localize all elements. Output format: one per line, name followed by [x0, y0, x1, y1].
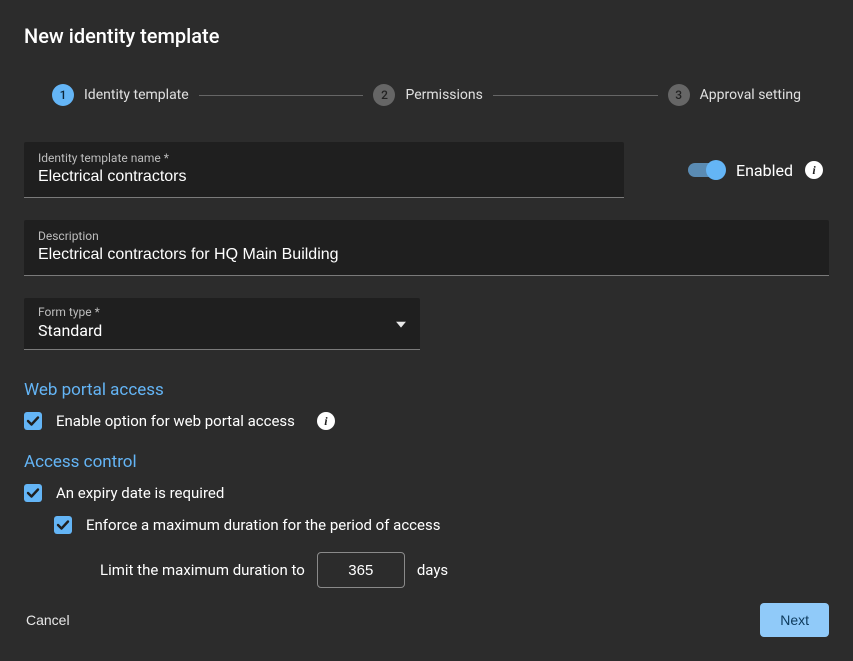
- check-icon: [26, 486, 40, 500]
- row-name: Identity template name * Enabled i: [24, 142, 829, 198]
- stepper: 1 Identity template 2 Permissions 3 Appr…: [24, 84, 829, 106]
- max-duration-row: Limit the maximum duration to days: [100, 552, 829, 588]
- enforce-duration-row: Enforce a maximum duration for the perio…: [54, 516, 829, 534]
- expiry-required-label: An expiry date is required: [56, 484, 224, 502]
- enabled-toggle-block: Enabled i: [688, 161, 829, 180]
- limit-suffix: days: [417, 561, 448, 579]
- row-form-type: Form type * Standard: [24, 298, 829, 350]
- info-icon[interactable]: i: [317, 412, 335, 430]
- check-icon: [56, 518, 70, 532]
- enabled-label: Enabled: [736, 161, 793, 180]
- form-type-value: Standard: [38, 321, 406, 341]
- description-field[interactable]: Description: [24, 220, 829, 276]
- expiry-required-checkbox[interactable]: [24, 484, 42, 502]
- step-identity-template[interactable]: 1 Identity template: [52, 84, 189, 106]
- step-connector: [199, 95, 364, 96]
- step-permissions[interactable]: 2 Permissions: [373, 84, 482, 106]
- web-portal-enable-label: Enable option for web portal access: [56, 412, 295, 430]
- max-duration-input[interactable]: [317, 552, 405, 588]
- limit-prefix: Limit the maximum duration to: [100, 561, 305, 579]
- step-badge: 3: [668, 84, 690, 106]
- info-icon[interactable]: i: [805, 161, 823, 179]
- name-field[interactable]: Identity template name *: [24, 142, 624, 198]
- web-portal-checkbox[interactable]: [24, 412, 42, 430]
- field-label: Form type *: [38, 305, 406, 319]
- step-approval-setting[interactable]: 3 Approval setting: [668, 84, 801, 106]
- step-label: Permissions: [405, 87, 482, 103]
- step-badge: 2: [373, 84, 395, 106]
- step-label: Identity template: [84, 87, 189, 103]
- modal-title: New identity template: [24, 24, 829, 48]
- next-button[interactable]: Next: [760, 603, 829, 637]
- step-badge: 1: [52, 84, 74, 106]
- row-description: Description: [24, 220, 829, 276]
- step-label: Approval setting: [700, 87, 801, 103]
- name-input[interactable]: [38, 167, 610, 187]
- field-label: Identity template name *: [38, 151, 610, 165]
- modal: New identity template 1 Identity templat…: [0, 0, 853, 661]
- web-portal-enable-row: Enable option for web portal access i: [24, 412, 829, 430]
- check-icon: [26, 414, 40, 428]
- step-connector: [493, 95, 658, 96]
- switch-thumb: [706, 160, 726, 180]
- description-input[interactable]: [38, 245, 815, 265]
- enforce-duration-label: Enforce a maximum duration for the perio…: [86, 516, 440, 534]
- web-portal-heading: Web portal access: [24, 380, 829, 400]
- expiry-required-row: An expiry date is required: [24, 484, 829, 502]
- enforce-duration-checkbox[interactable]: [54, 516, 72, 534]
- footer: Cancel Next: [24, 603, 829, 637]
- enabled-switch[interactable]: [688, 163, 724, 177]
- access-control-heading: Access control: [24, 452, 829, 472]
- field-label: Description: [38, 229, 815, 243]
- form-type-select[interactable]: Form type * Standard: [24, 298, 420, 350]
- cancel-button[interactable]: Cancel: [24, 606, 72, 634]
